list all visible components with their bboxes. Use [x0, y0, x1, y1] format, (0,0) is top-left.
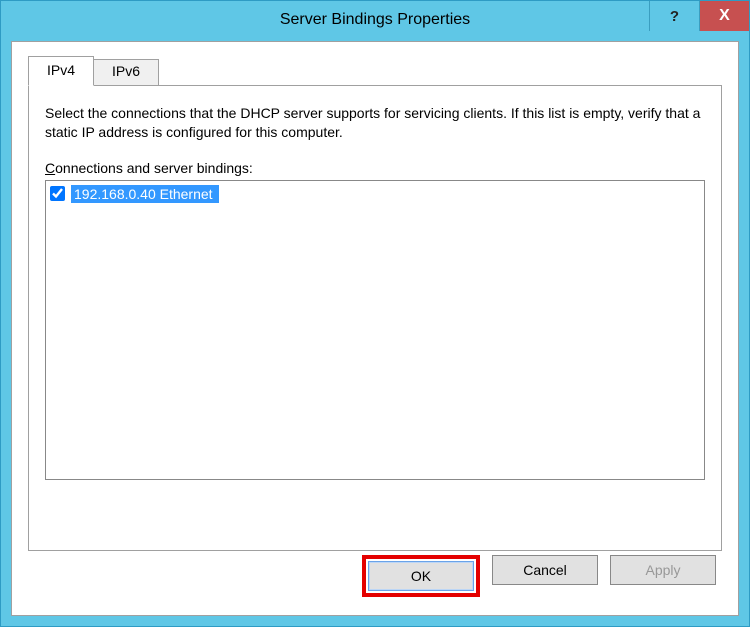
ok-button[interactable]: OK — [368, 561, 474, 591]
apply-button: Apply — [610, 555, 716, 585]
tab-ipv4[interactable]: IPv4 — [28, 56, 94, 86]
list-label-text: onnections and server bindings: — [55, 160, 253, 176]
button-row: OK Cancel Apply — [362, 555, 716, 597]
list-item-text: 192.168.0.40 Ethernet — [71, 185, 219, 203]
list-label: Connections and server bindings: — [45, 160, 705, 176]
tab-container: IPv4 IPv6 Select the connections that th… — [28, 56, 722, 551]
close-button[interactable]: X — [699, 1, 749, 31]
tab-strip: IPv4 IPv6 — [28, 56, 722, 86]
list-label-accel: C — [45, 160, 55, 176]
instruction-text: Select the connections that the DHCP ser… — [45, 104, 705, 142]
titlebar[interactable]: Server Bindings Properties ? X — [1, 1, 749, 39]
titlebar-buttons: ? X — [649, 1, 749, 31]
client-area: IPv4 IPv6 Select the connections that th… — [11, 41, 739, 616]
list-item-checkbox[interactable] — [50, 186, 65, 201]
dialog-window: Server Bindings Properties ? X IPv4 IPv6… — [0, 0, 750, 627]
tab-ipv6[interactable]: IPv6 — [93, 59, 159, 86]
help-button[interactable]: ? — [649, 1, 699, 31]
list-item[interactable]: 192.168.0.40 Ethernet — [48, 183, 702, 205]
tab-panel-ipv4: Select the connections that the DHCP ser… — [28, 85, 722, 551]
connections-listbox[interactable]: 192.168.0.40 Ethernet — [45, 180, 705, 480]
titlebar-title: Server Bindings Properties — [1, 11, 749, 29]
cancel-button[interactable]: Cancel — [492, 555, 598, 585]
ok-highlight: OK — [362, 555, 480, 597]
